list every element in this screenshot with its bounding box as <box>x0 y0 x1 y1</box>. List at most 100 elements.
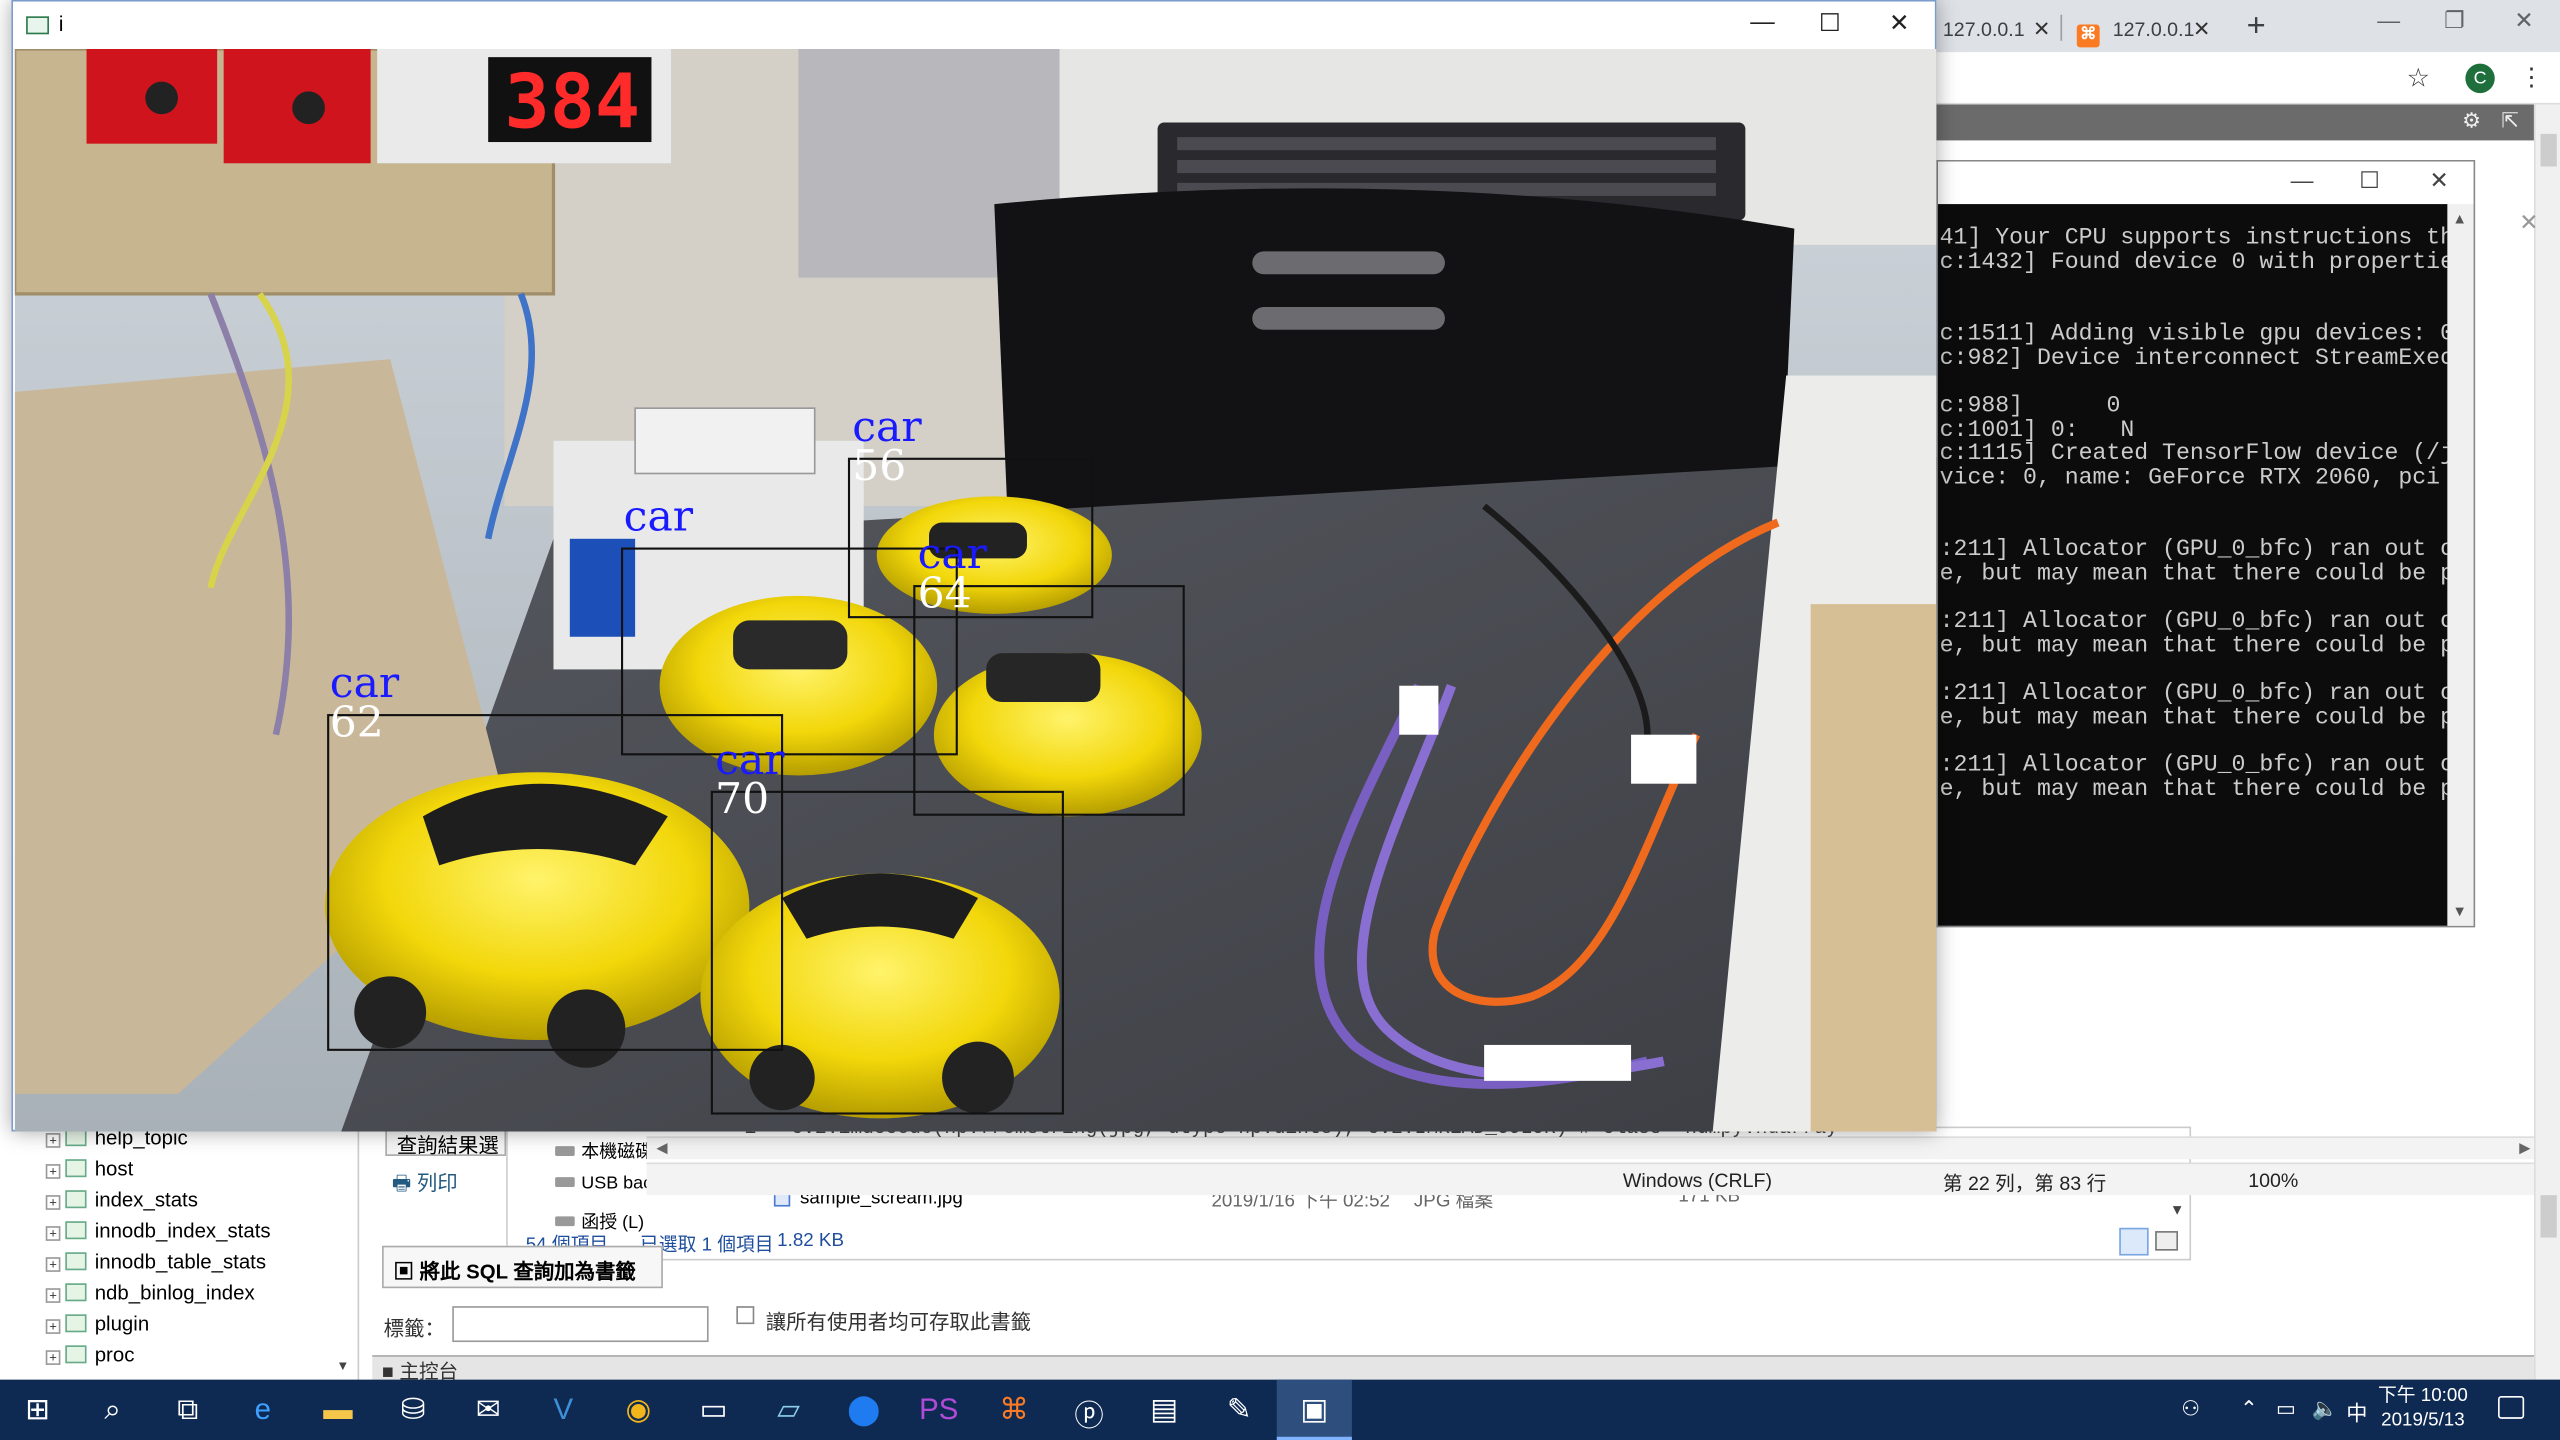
bookmark-label-input[interactable] <box>452 1306 709 1343</box>
expand-plus-icon[interactable]: + <box>45 1350 61 1365</box>
expand-plus-icon[interactable]: + <box>45 1164 61 1179</box>
taskbar-button[interactable]: ✉ <box>451 1380 526 1440</box>
clock-date: 2019/5/13 <box>2381 1410 2465 1431</box>
action-center-icon[interactable] <box>2498 1395 2525 1419</box>
chrome-maximize-icon[interactable]: ❐ <box>2444 7 2465 35</box>
tree-item[interactable]: + host <box>45 1158 133 1187</box>
detection-score: 70 <box>715 775 769 824</box>
taskbar-button[interactable]: ▱ <box>751 1380 826 1440</box>
tree-item[interactable]: + index_stats <box>45 1189 198 1218</box>
volume-icon[interactable]: 🔈 <box>2312 1396 2338 1422</box>
tab-1-close-icon[interactable]: ✕ <box>2033 16 2051 42</box>
tray-expand-icon[interactable]: ⌃ <box>2240 1396 2258 1422</box>
desktop: 127.0.0.1 ✕ ⌘ 127.0.0.1 ✕ + — ❐ ✕ ☆ C ⋮ ⚙… <box>0 0 2560 1440</box>
taskbar-button[interactable]: ▣ <box>1276 1379 1352 1440</box>
panel-close-icon[interactable]: ✕ <box>2519 209 2538 237</box>
taskbar-button[interactable]: ▬ <box>300 1380 375 1440</box>
tree-item[interactable]: + proc <box>45 1344 134 1373</box>
editor-hscrollbar[interactable] <box>646 1136 2534 1160</box>
console-line: c:1432] Found device 0 with properties: <box>1939 249 2448 276</box>
scrollbar-thumb-lower[interactable] <box>2540 1195 2557 1238</box>
console-close-icon[interactable]: ✕ <box>2429 167 2448 195</box>
drive-usb[interactable]: USB bac <box>555 1174 652 1194</box>
eol-indicator[interactable]: Windows (CRLF) <box>1623 1169 1772 1192</box>
console-minimize-icon[interactable]: — <box>2291 167 2314 193</box>
expand-plus-icon[interactable]: + <box>45 1319 61 1334</box>
zoom-level[interactable]: 100% <box>2248 1169 2298 1192</box>
taskbar-button[interactable]: ✎ <box>1202 1380 1277 1440</box>
scroll-up-icon[interactable]: ▲ <box>2452 211 2467 227</box>
share-bookmark-label: 讓所有使用者均可存取此書籤 <box>765 1311 1032 1334</box>
drive-local[interactable]: 本機磁碟 <box>555 1138 653 1164</box>
detection-score: 56 <box>852 442 906 491</box>
chrome-menu-icon[interactable]: ⋮ <box>2519 62 2543 92</box>
editor-scroll-right-icon[interactable]: ▶ <box>2519 1140 2530 1158</box>
window-title: i <box>58 11 64 36</box>
bookmark-star-icon[interactable]: ☆ <box>2407 62 2430 95</box>
taskbar-button[interactable]: ⌘ <box>976 1380 1051 1440</box>
table-icon <box>65 1345 87 1364</box>
maximize-icon[interactable]: ☐ <box>1819 8 1841 38</box>
chrome-tab-1[interactable]: 127.0.0.1 ✕ <box>1929 6 2061 53</box>
tree-item[interactable]: + plugin <box>45 1313 149 1342</box>
taskbar-button[interactable]: ◉ <box>601 1380 676 1440</box>
taskbar-button[interactable]: ⓟ <box>1051 1380 1126 1440</box>
opencv-window[interactable]: i — ☐ ✕ 384 car 56 car car 64 car 62 car… <box>11 0 1937 1132</box>
console-maximize-icon[interactable]: ☐ <box>2359 167 2380 195</box>
console-line: :211] Allocator (GPU_0_bfc) ran out of m… <box>1939 753 2448 780</box>
expand-plus-icon[interactable]: + <box>45 1257 61 1272</box>
taskbar-button[interactable]: V <box>526 1380 601 1440</box>
sidebar-scroll-down-icon[interactable]: ▼ <box>336 1358 349 1373</box>
tab-2-close-icon[interactable]: ✕ <box>2193 16 2211 42</box>
start-icon: ⊞ <box>25 1392 50 1426</box>
chrome-minimize-icon[interactable]: — <box>2377 7 2400 33</box>
expand-plus-icon[interactable]: + <box>45 1195 61 1210</box>
pma-console-tab[interactable]: ■ 主控台 <box>372 1355 2534 1383</box>
print-icon: 🖶 <box>391 1172 412 1196</box>
page-scrollbar[interactable] <box>2533 104 2560 1395</box>
console-window[interactable]: — ☐ ✕ 41] Your CPU supports instructions… <box>1936 160 2476 928</box>
people-icon[interactable]: ⚇ <box>2181 1396 2200 1422</box>
taskbar-button[interactable]: ⌕ <box>75 1380 150 1440</box>
cmd-icon: ▤ <box>1150 1392 1178 1426</box>
expand-plus-icon[interactable]: + <box>45 1288 61 1303</box>
chrome-close-icon[interactable]: ✕ <box>2514 7 2533 35</box>
minimize-icon[interactable]: — <box>1750 8 1774 36</box>
large-icons-view-icon[interactable] <box>2155 1231 2179 1251</box>
expand-plus-icon[interactable]: + <box>45 1226 61 1241</box>
taskbar-button[interactable]: PS <box>901 1380 976 1440</box>
scrollbar-thumb[interactable] <box>2540 133 2557 167</box>
share-bookmark-checkbox[interactable] <box>736 1306 755 1325</box>
expand-plus-icon[interactable]: + <box>45 1133 61 1148</box>
close-icon[interactable]: ✕ <box>1889 8 1910 38</box>
console-scrollbar[interactable]: ▲ ▼ <box>2447 204 2474 926</box>
console-line: :211] Allocator (GPU_0_bfc) ran out of m… <box>1939 537 2448 564</box>
taskbar-button[interactable]: ⧉ <box>150 1380 225 1440</box>
details-view-icon[interactable] <box>2119 1227 2149 1256</box>
console-line: c:1001] 0: N <box>1939 417 2135 444</box>
profile-avatar[interactable]: C <box>2465 63 2495 94</box>
taskbar-button[interactable]: ⊞ <box>0 1380 75 1440</box>
bookmark-sql-header[interactable]: ▣ 將此 SQL 查詢加為書籤 <box>382 1245 663 1289</box>
explorer-scroll-down-icon[interactable]: ▼ <box>2170 1202 2185 1218</box>
settings-gear-icon[interactable]: ⚙ <box>2462 108 2481 134</box>
tree-item[interactable]: + innodb_index_stats <box>45 1220 271 1249</box>
scroll-down-icon[interactable]: ▼ <box>2452 903 2467 919</box>
tree-item[interactable]: + innodb_table_stats <box>45 1251 266 1280</box>
network-icon[interactable]: ▭ <box>2276 1396 2296 1422</box>
tree-item[interactable]: + ndb_binlog_index <box>45 1282 255 1311</box>
new-tab-icon[interactable]: + <box>2247 8 2266 46</box>
editor-scroll-left-icon[interactable]: ◀ <box>656 1140 667 1158</box>
taskbar-button[interactable]: e <box>225 1380 300 1440</box>
taskbar-button[interactable]: ⛁ <box>376 1380 451 1440</box>
console-line: vice: 0, name: GeForce RTX 2060, pci bus… <box>1939 465 2441 492</box>
print-link[interactable]: 🖶 列印 <box>392 1166 458 1204</box>
edge-icon: e <box>254 1392 272 1426</box>
taskbar-button[interactable]: ⬤ <box>826 1380 901 1440</box>
taskbar-button[interactable]: ▭ <box>676 1380 751 1440</box>
collapse-arrow-icon[interactable]: ⇱ <box>2501 108 2519 134</box>
clock[interactable]: 下午 10:00 2019/5/13 <box>2364 1385 2482 1434</box>
taskbar-button[interactable]: ▤ <box>1127 1380 1202 1440</box>
chrome-tab-2[interactable]: ⌘ 127.0.0.1 ✕ <box>2063 6 2221 53</box>
cursor-position[interactable]: 第 22 列，第 83 行 <box>1943 1169 2106 1197</box>
